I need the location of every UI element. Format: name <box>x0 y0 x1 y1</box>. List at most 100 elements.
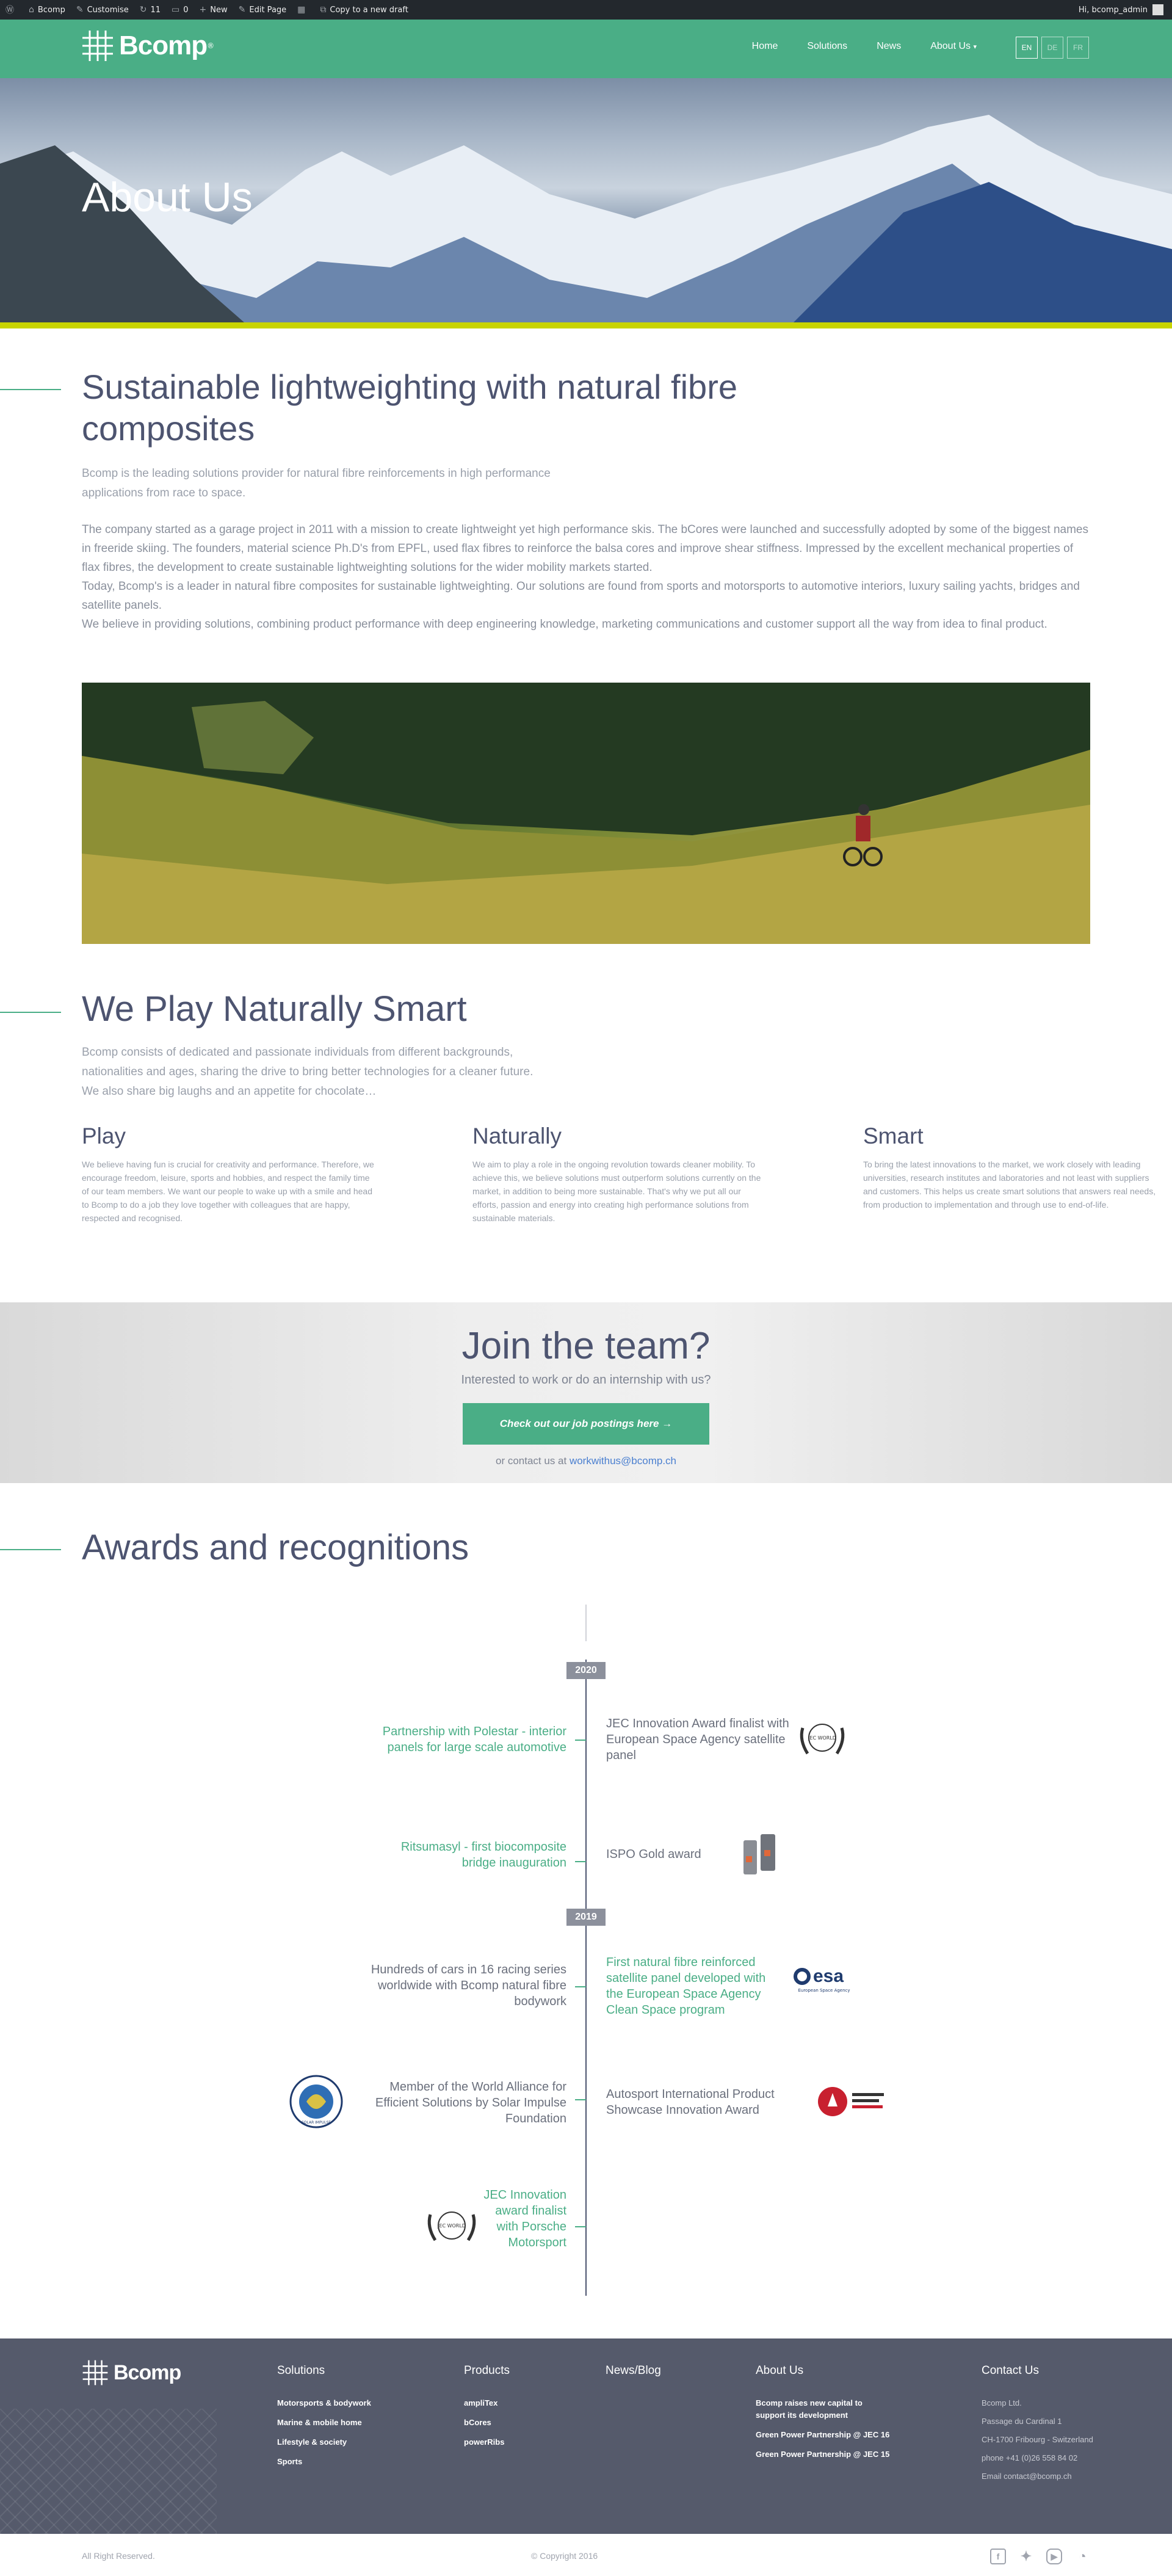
site-header: Bcomp ® Home Solutions News About Us ▾ E… <box>0 20 1172 78</box>
language-switcher: EN DE FR <box>1016 37 1089 59</box>
value-title: Naturally <box>472 1123 562 1148</box>
footer-link[interactable]: Bcomp raises new capital to support its … <box>756 2397 890 2422</box>
intro-body: The company started as a garage project … <box>82 520 1089 634</box>
value-text: To bring the latest innovations to the m… <box>863 1159 1156 1210</box>
admin-site-link[interactable]: ⌂ Bcomp <box>23 0 71 20</box>
admin-edit-page-link[interactable]: ✎ Edit Page <box>233 0 292 20</box>
footer-link[interactable]: Sports <box>277 2456 436 2468</box>
footer-pattern <box>0 2409 217 2534</box>
footer-heading[interactable]: News/Blog <box>606 2364 715 2378</box>
brush-icon: ✎ <box>76 5 84 15</box>
nav-solutions[interactable]: Solutions <box>807 41 847 52</box>
esa-wordmark: esa <box>813 1966 844 1986</box>
footer-link[interactable]: Lifestyle & society <box>277 2436 436 2448</box>
jec-badge-label: JEC WORLD <box>437 2223 466 2229</box>
lang-de[interactable]: DE <box>1041 37 1063 59</box>
contact-phone[interactable]: phone +41 (0)26 558 84 02 <box>982 2452 1116 2464</box>
join-subtitle: Interested to work or do an internship w… <box>461 1373 711 1387</box>
award-item: Member of the World Alliance for Efficie… <box>375 2080 566 2125</box>
admin-updates-link[interactable]: ↻ 11 <box>134 0 166 20</box>
mountain-biker-image <box>82 683 1090 944</box>
bcomp-logo-icon <box>82 31 113 61</box>
admin-copy-draft-link[interactable]: ⧉ Copy to a new draft <box>314 0 413 20</box>
hero-accent-stripe <box>0 322 1172 328</box>
footer-link[interactable]: Marine & mobile home <box>277 2417 436 2429</box>
site-footer: Bcomp Solutions Motorsports & bodywork M… <box>0 2338 1172 2534</box>
award-item[interactable]: First natural fibre reinforced satellite… <box>606 1954 783 2018</box>
admin-comments-link[interactable]: ▭ 0 <box>166 0 194 20</box>
nav-about-us[interactable]: About Us ▾ <box>930 41 977 52</box>
heading-accent-line <box>0 389 61 390</box>
youtube-icon[interactable]: ▶ <box>1046 2549 1062 2564</box>
nav-home[interactable]: Home <box>752 41 778 52</box>
value-title: Smart <box>863 1123 924 1148</box>
footer-link[interactable]: powerRibs <box>464 2436 574 2448</box>
footer-link[interactable]: ampliTex <box>464 2397 574 2409</box>
timeline-tick <box>575 2099 586 2100</box>
contact-line: Passage du Cardinal 1 <box>982 2417 1062 2426</box>
footer-heading: Products <box>464 2364 510 2377</box>
footer-link[interactable]: bCores <box>464 2417 574 2429</box>
jec-award-badge-icon: JEC WORLD <box>800 1724 845 1755</box>
award-item[interactable]: Ritsumasyl - first biocomposite bridge i… <box>383 1839 566 1871</box>
facebook-icon[interactable]: f <box>990 2549 1006 2564</box>
footer-link[interactable]: Green Power Partnership @ JEC 16 <box>756 2429 890 2441</box>
year-badge: 2019 <box>566 1909 606 1926</box>
site-logo[interactable]: Bcomp ® <box>81 29 214 62</box>
registered-mark: ® <box>207 42 215 50</box>
social-links: f ✦ ▶ ◔ <box>990 2549 1090 2564</box>
intro-paragraph: The company started as a garage project … <box>82 523 1088 574</box>
award-item: JEC Innovation Award finalist with Europ… <box>606 1717 789 1762</box>
footer-heading: Contact Us <box>982 2364 1039 2377</box>
value-title: Play <box>82 1123 126 1148</box>
awards-heading: Awards and recognitions <box>82 1528 469 1567</box>
solar-impulse-badge-icon: SOLAR IMPULSE <box>289 2075 343 2128</box>
plus-icon: + <box>199 5 207 15</box>
award-item[interactable]: JEC Innovation award finalist with Porsc… <box>481 2187 566 2251</box>
ispo-trophy-icon <box>743 1834 775 1874</box>
esa-logo: esa European Space Agency <box>794 1966 855 2003</box>
nav-news[interactable]: News <box>877 41 901 52</box>
avatar <box>1152 4 1163 15</box>
esa-circle-icon <box>794 1968 811 1985</box>
contact-line: Bcomp Ltd. <box>982 2398 1022 2407</box>
footer-link[interactable]: Green Power Partnership @ JEC 15 <box>756 2448 890 2461</box>
admin-account[interactable]: Hi, bcomp_admin <box>1079 4 1172 15</box>
award-item[interactable]: Partnership with Polestar - interior pan… <box>359 1724 566 1755</box>
mountain-biker-photo <box>82 683 1090 944</box>
lang-en[interactable]: EN <box>1016 37 1038 59</box>
footer-contact: Contact Us Bcomp Ltd. Passage du Cardina… <box>982 2364 1116 2489</box>
footer-logo-text: Bcomp <box>114 2360 181 2384</box>
footer-heading: Solutions <box>277 2364 325 2377</box>
job-postings-button[interactable]: Check out our job postings here → <box>463 1403 709 1445</box>
admin-stats-icon[interactable]: ▦ <box>292 0 314 20</box>
intro-lead: Bcomp is the leading solutions provider … <box>82 467 551 499</box>
timeline-start <box>585 1605 587 1641</box>
heading-accent-line <box>0 1012 61 1013</box>
timeline-tick <box>575 2226 586 2227</box>
timeline-tick <box>575 1740 586 1741</box>
footer-news: News/Blog <box>606 2364 715 2397</box>
award-item: Hundreds of cars in 16 racing series wor… <box>371 1963 566 2008</box>
join-contact: or contact us at workwithus@bcomp.ch <box>0 1455 1172 1467</box>
footer-products: Products ampliTex bCores powerRibs <box>464 2364 574 2456</box>
play-heading: We Play Naturally Smart <box>82 989 467 1029</box>
autosport-award-logo-icon <box>818 2087 884 2116</box>
refresh-icon: ↻ <box>139 5 147 15</box>
admin-customise-link[interactable]: ✎ Customise <box>71 0 134 20</box>
wordpress-logo-icon[interactable]: Ⓦ <box>0 0 23 20</box>
home-icon: ⌂ <box>29 5 34 15</box>
jec-award-badge-icon: JEC WORLD <box>427 2211 476 2241</box>
timeline-tick <box>575 1986 586 1987</box>
footer-link[interactable]: Motorsports & bodywork <box>277 2397 436 2409</box>
twitter-icon[interactable]: ✦ <box>1018 2549 1034 2564</box>
rss-icon[interactable]: ◔ <box>1074 2549 1090 2564</box>
footer-logo[interactable]: Bcomp <box>82 2359 181 2386</box>
lang-fr[interactable]: FR <box>1067 37 1089 59</box>
email-link[interactable]: workwithus@bcomp.ch <box>570 1455 676 1467</box>
contact-email[interactable]: Email contact@bcomp.ch <box>982 2470 1116 2483</box>
value-text: We aim to play a role in the ongoing rev… <box>472 1159 761 1223</box>
admin-new-link[interactable]: + New <box>194 0 233 20</box>
join-team-band: Join the team? Interested to work or do … <box>0 1302 1172 1483</box>
value-text: We believe having fun is crucial for cre… <box>82 1159 374 1223</box>
